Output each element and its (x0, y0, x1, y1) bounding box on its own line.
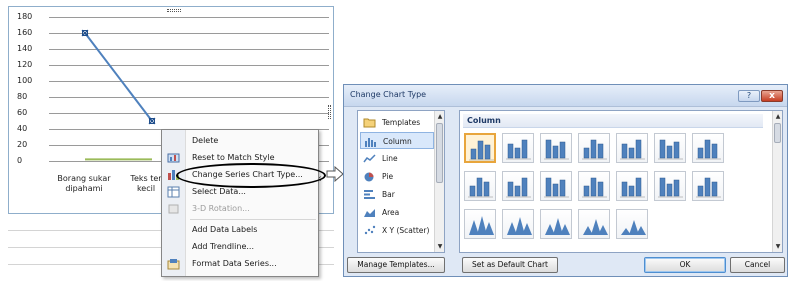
column-chart-icon (696, 139, 721, 160)
pie-chart-icon (364, 172, 374, 182)
dialog-title: Change Chart Type (350, 90, 427, 99)
chart-subtype-option[interactable] (578, 171, 610, 201)
menu-item-format-data-series[interactable]: Format Data Series... (162, 256, 318, 272)
set-default-chart-button[interactable]: Set as Default Chart (462, 257, 558, 273)
scroll-thumb[interactable] (774, 123, 781, 143)
column-chart-icon (544, 177, 569, 198)
context-menu: Delete Reset to Match Style Change Serie… (161, 129, 319, 277)
column-chart-icon (506, 177, 531, 198)
column-chart-icon (544, 139, 569, 160)
scroll-down-icon[interactable]: ▼ (436, 242, 444, 251)
column-chart-icon (696, 177, 721, 198)
column-chart-icon (365, 138, 376, 147)
column-chart-icon (620, 139, 645, 160)
series-point-marker[interactable] (148, 117, 156, 125)
scroll-up-icon[interactable]: ▲ (436, 112, 444, 121)
column-chart-icon (468, 177, 493, 198)
format-series-icon (167, 259, 180, 270)
column-chart-icon (582, 177, 607, 198)
column-chart-icon (469, 216, 494, 235)
cancel-button[interactable]: Cancel (730, 257, 785, 273)
chart-subtype-option[interactable] (692, 171, 724, 201)
column-chart-icon (658, 177, 683, 198)
chart-type-column[interactable]: Column (360, 132, 434, 149)
column-chart-icon (620, 177, 645, 198)
bar-chart-icon (364, 190, 375, 199)
ok-button[interactable]: OK (644, 257, 726, 273)
manage-templates-button[interactable]: Manage Templates... (347, 257, 445, 273)
chart-subtype-option[interactable] (578, 133, 610, 163)
column-chart-icon (621, 220, 646, 235)
column-chart-icon (469, 140, 494, 161)
chart-subtype-option[interactable] (616, 171, 648, 201)
chart-type-scatter[interactable]: X Y (Scatter) (360, 222, 434, 239)
chart-subtype-option[interactable] (654, 133, 686, 163)
chart-type-pie[interactable]: Pie (360, 168, 434, 185)
column-chart-icon (545, 218, 570, 235)
chart-subtype-option[interactable] (502, 133, 534, 163)
rotation-icon (168, 204, 179, 214)
chart-subtype-option[interactable] (464, 133, 496, 163)
help-button[interactable]: ? (738, 90, 760, 102)
chart-subtype-option[interactable] (616, 133, 648, 163)
chart-subtype-option[interactable] (616, 209, 648, 239)
chart-subtype-option[interactable] (464, 171, 496, 201)
menu-separator (190, 219, 316, 220)
chart-subtype-option[interactable] (502, 209, 534, 239)
chart-subtype-option[interactable] (502, 171, 534, 201)
menu-item-add-data-labels[interactable]: Add Data Labels (162, 222, 318, 238)
column-chart-icon (658, 139, 683, 160)
menu-item-delete[interactable]: Delete (162, 133, 318, 149)
reset-style-icon (167, 153, 180, 163)
chart-subtype-option[interactable] (578, 209, 610, 239)
area-chart-icon (364, 209, 375, 217)
line-chart-icon (363, 154, 376, 163)
column-chart-icon (507, 217, 532, 235)
arrow-right-icon (326, 166, 344, 182)
chart-subtype-option[interactable] (464, 209, 496, 239)
dialog-titlebar[interactable]: Change Chart Type ? x (344, 85, 787, 107)
chart-subtype-gallery[interactable]: Column ▲ ▼ (459, 110, 783, 253)
chart-type-list[interactable]: Templates Column Line Pie Bar Area X Y (… (357, 110, 445, 253)
series-point-marker[interactable] (81, 29, 89, 37)
scroll-thumb[interactable] (436, 123, 443, 183)
scroll-down-icon[interactable]: ▼ (774, 242, 782, 251)
series-line[interactable] (84, 32, 153, 122)
scatter-chart-icon (364, 225, 376, 235)
column-chart-icon (506, 139, 531, 160)
menu-item-add-trendline[interactable]: Add Trendline... (162, 239, 318, 255)
folder-icon (363, 118, 376, 128)
chart-subtype-option[interactable] (540, 209, 572, 239)
chart-subtype-option[interactable] (540, 133, 572, 163)
chart-type-bar[interactable]: Bar (360, 186, 434, 203)
column-chart-icon (582, 139, 607, 160)
chart-subtype-option[interactable] (692, 133, 724, 163)
close-button[interactable]: x (761, 90, 783, 102)
select-data-icon (167, 186, 180, 198)
chart-subtype-option[interactable] (654, 171, 686, 201)
chart-type-scrollbar[interactable]: ▲ ▼ (434, 111, 444, 252)
change-chart-type-dialog: Change Chart Type ? x Templates Column L… (343, 84, 788, 277)
gallery-scrollbar[interactable]: ▲ ▼ (772, 111, 782, 252)
chart-type-line[interactable]: Line (360, 150, 434, 167)
chart-type-area[interactable]: Area (360, 204, 434, 221)
chart-type-templates[interactable]: Templates (360, 114, 434, 131)
menu-item-3d-rotation[interactable]: 3-D Rotation... (162, 201, 318, 217)
highlight-ellipse (176, 163, 326, 188)
column-chart-icon (583, 219, 608, 235)
scroll-up-icon[interactable]: ▲ (774, 112, 782, 121)
gallery-header: Column (463, 114, 763, 128)
x-category-label: Borang sukar dipahami (57, 174, 111, 193)
chart-subtype-option[interactable] (540, 171, 572, 201)
